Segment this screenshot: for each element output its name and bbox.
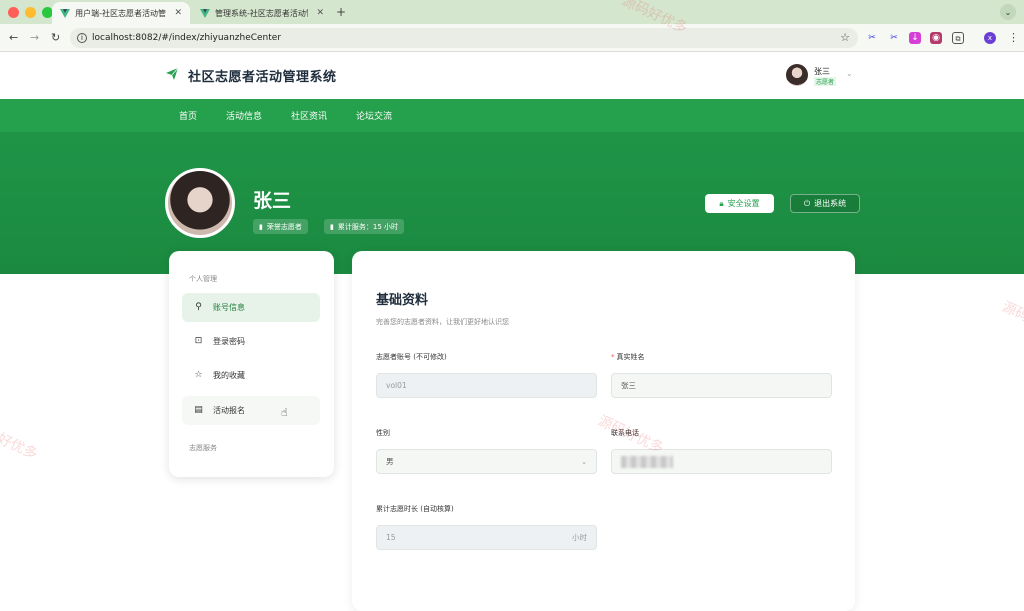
bookmark-star-icon[interactable]: ☆ (840, 31, 850, 44)
blurred-phone-value (621, 455, 673, 468)
window-controls (8, 7, 53, 18)
sidebar-item-label: 我的收藏 (213, 371, 245, 380)
browser-tab-2[interactable]: 管理系统-社区志愿者活动管理系统 ✕ (192, 2, 332, 24)
close-tab-icon[interactable]: ✕ (174, 8, 182, 18)
lock-icon: 🔒︎ (719, 198, 724, 208)
sidebar-item-activity-signup[interactable]: ▤ 活动报名 (182, 396, 320, 425)
nav-item-activities[interactable]: 活动信息 (226, 109, 262, 122)
nav-item-news[interactable]: 社区资讯 (291, 109, 327, 122)
honor-badge: ▮ 荣誉志愿者 (253, 219, 308, 234)
form-title: 基础资料 (376, 293, 429, 308)
gender-value: 男 (386, 457, 394, 466)
minimize-window-button[interactable] (25, 7, 36, 18)
new-tab-icon[interactable]: + (336, 5, 346, 19)
site-info-icon[interactable]: i (77, 33, 87, 43)
security-settings-label: 安全设置 (727, 199, 760, 208)
sidebar: 个人管理 ⚲ 账号信息 ⊡ 登录密码 ☆ 我的收藏 ▤ 活动报名 志愿服务 (169, 251, 334, 477)
reload-icon[interactable]: ↻ (51, 31, 60, 44)
paper-plane-icon (166, 67, 179, 80)
account-field: vol01 (376, 373, 597, 398)
form-subtitle: 完善您的志愿者资料，让我们更好地认识您 (376, 318, 509, 326)
mouse-cursor-icon: ☝ (281, 406, 288, 419)
gender-label: 性别 (376, 429, 390, 437)
logout-label: 退出系统 (814, 199, 847, 208)
extensions-puzzle-icon[interactable]: ⧉ (952, 32, 964, 44)
capture-extension-icon[interactable]: ◉ (930, 32, 942, 44)
clock-icon: ▮ (330, 222, 334, 231)
sidebar-section-volunteer: 志愿服务 (189, 444, 217, 452)
download-extension-icon[interactable]: ↓ (909, 32, 921, 44)
browser-tab-1[interactable]: 用户端-社区志愿者活动管理系统 ✕ (52, 2, 190, 24)
logout-button[interactable]: ⏻ 退出系统 (790, 194, 860, 213)
header-user-name[interactable]: 张三 (814, 66, 830, 77)
close-tab-icon[interactable]: ✕ (316, 8, 324, 18)
profile-name: 张三 (253, 190, 292, 212)
profile-icon[interactable]: x (984, 32, 996, 44)
header-user-role-badge: 志愿者 (814, 77, 837, 86)
watermark: 源码好优多 (999, 298, 1024, 343)
chevron-down-icon: ⌄ (581, 457, 587, 466)
back-icon[interactable]: ← (9, 31, 18, 44)
sidebar-item-label: 账号信息 (213, 303, 245, 312)
vue-logo-icon (60, 8, 71, 18)
tab-search-icon[interactable]: ⌄ (1000, 4, 1016, 20)
realname-label-wrapper: * 真实姓名 (611, 352, 645, 362)
sidebar-section-personal: 个人管理 (189, 275, 217, 283)
browser-tab-bar: 用户端-社区志愿者活动管理系统 ✕ 管理系统-社区志愿者活动管理系统 ✕ + ⌄ (0, 0, 1024, 24)
gender-select[interactable]: 男 ⌄ (376, 449, 597, 474)
hours-unit: 小时 (572, 533, 587, 542)
site-header: 社区志愿者活动管理系统 张三 志愿者 ⌄ (0, 52, 1024, 99)
account-value: vol01 (386, 381, 407, 390)
nav-item-forum[interactable]: 论坛交流 (356, 109, 392, 122)
medal-icon: ▮ (259, 222, 263, 231)
phone-input[interactable] (611, 449, 832, 474)
tab-title: 管理系统-社区志愿者活动管理系统 (214, 8, 308, 18)
sidebar-item-favorites[interactable]: ☆ 我的收藏 (182, 361, 320, 390)
url-text: localhost:8082/#/index/zhiyuanzheCenter (92, 33, 282, 43)
site-title[interactable]: 社区志愿者活动管理系统 (188, 66, 337, 85)
user-icon: ⚲ (195, 302, 202, 312)
honor-badge-label: 荣誉志愿者 (266, 222, 302, 231)
sidebar-item-login-password[interactable]: ⊡ 登录密码 (182, 327, 320, 356)
main-nav: 首页 活动信息 社区资讯 论坛交流 (0, 99, 1024, 132)
watermark: 源码好优多 (0, 418, 40, 463)
address-bar: ← → ↻ i localhost:8082/#/index/zhiyuanzh… (0, 24, 1024, 52)
realname-input[interactable]: 张三 (611, 373, 832, 398)
browser-menu-icon[interactable]: ⋮ (1008, 31, 1019, 44)
sidebar-item-label: 登录密码 (213, 337, 245, 346)
sidebar-item-label: 活动报名 (213, 406, 245, 415)
url-field[interactable]: i localhost:8082/#/index/zhiyuanzheCente… (70, 28, 858, 48)
chevron-down-icon[interactable]: ⌄ (846, 69, 853, 78)
lock-icon: ⊡ (194, 336, 203, 346)
power-icon: ⏻ (803, 198, 811, 208)
forward-icon[interactable]: → (30, 31, 39, 44)
vue-logo-icon (200, 8, 210, 18)
required-asterisk: * (611, 353, 615, 361)
hours-label: 累计志愿时长 (自动核算) (376, 505, 454, 513)
star-icon: ☆ (194, 370, 203, 380)
hours-field: 15 小时 (376, 525, 597, 550)
profile-avatar (165, 168, 235, 238)
service-hours-label: 累计服务：15 小时 (337, 222, 398, 231)
clipboard-icon: ▤ (194, 405, 203, 415)
realname-value: 张三 (621, 381, 636, 390)
sidebar-item-account-info[interactable]: ⚲ 账号信息 (182, 293, 320, 322)
scissors-extension-icon[interactable]: ✂ (866, 32, 878, 44)
realname-label: 真实姓名 (616, 353, 645, 361)
hours-value: 15 (386, 533, 396, 542)
service-hours-badge: ▮ 累计服务：15 小时 (324, 219, 404, 234)
nav-item-home[interactable]: 首页 (179, 109, 197, 122)
header-user-avatar[interactable] (786, 64, 808, 86)
account-label: 志愿者账号 (不可修改) (376, 353, 447, 361)
tab-title: 用户端-社区志愿者活动管理系统 (75, 8, 167, 18)
tools-extension-icon[interactable]: ✂ (888, 32, 900, 44)
security-settings-button[interactable]: 🔒︎ 安全设置 (705, 194, 774, 213)
close-window-button[interactable] (8, 7, 19, 18)
